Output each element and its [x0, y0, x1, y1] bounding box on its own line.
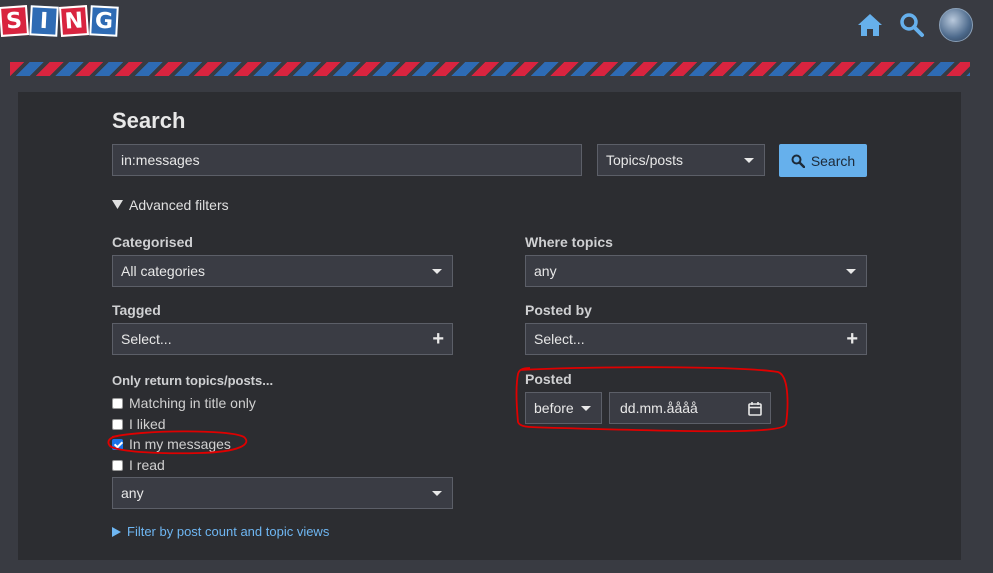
option-label: In my messages [129, 436, 231, 452]
checkbox[interactable] [112, 418, 123, 430]
categorised-select[interactable]: All categories [112, 255, 453, 287]
posted-by-select[interactable]: Select... + [525, 323, 867, 355]
where-topics-value: any [534, 263, 557, 279]
posted-date-placeholder: dd.mm.åååå [620, 400, 698, 416]
home-icon[interactable] [855, 10, 885, 40]
option-in-my-messages[interactable]: In my messages [112, 436, 231, 452]
chevron-down-icon [581, 406, 591, 411]
logo-letter: G [89, 5, 119, 37]
only-return-label: Only return topics/posts... [112, 373, 274, 388]
chevron-down-icon [846, 269, 856, 274]
option-i-liked[interactable]: I liked [112, 416, 166, 432]
chevron-down-icon [432, 269, 442, 274]
tagged-label: Tagged [112, 302, 161, 318]
header-icons [855, 8, 973, 42]
posted-when-value: before [534, 400, 574, 416]
logo-letter: N [58, 5, 90, 37]
where-topics-label: Where topics [525, 234, 613, 250]
calendar-icon[interactable] [748, 401, 762, 416]
option-title-only[interactable]: Matching in title only [112, 395, 256, 411]
tagged-value: Select... [121, 331, 172, 347]
checkbox[interactable] [112, 459, 123, 471]
search-button-label: Search [810, 152, 856, 169]
search-icon [791, 154, 805, 168]
search-button[interactable]: Search [779, 144, 867, 177]
plus-icon: + [432, 328, 444, 350]
site-logo[interactable]: S I N G [0, 5, 120, 40]
chevron-down-icon [744, 158, 754, 163]
option-label: I liked [129, 416, 166, 432]
posted-by-label: Posted by [525, 302, 592, 318]
avatar[interactable] [939, 8, 973, 42]
option-label: Matching in title only [129, 395, 256, 411]
checkbox[interactable] [112, 397, 123, 409]
where-topics-select[interactable]: any [525, 255, 867, 287]
only-return-value: any [121, 485, 144, 501]
posted-date-input[interactable]: dd.mm.åååå [609, 392, 771, 424]
posted-when-select[interactable]: before [525, 392, 602, 424]
search-type-value: Topics/posts [606, 152, 684, 168]
search-icon[interactable] [897, 10, 927, 40]
search-type-select[interactable]: Topics/posts [597, 144, 765, 176]
filter-link-label: Filter by post count and topic views [127, 524, 330, 539]
search-input[interactable]: in:messages [112, 144, 582, 176]
categorised-label: Categorised [112, 234, 193, 250]
posted-by-value: Select... [534, 331, 585, 347]
option-i-read[interactable]: I read [112, 457, 165, 473]
option-label: I read [129, 457, 165, 473]
logo-letter: S [0, 5, 30, 37]
airmail-stripe [10, 62, 970, 76]
triangle-down-icon [112, 200, 123, 209]
tagged-select[interactable]: Select... + [112, 323, 453, 355]
posted-label: Posted [525, 371, 572, 387]
advanced-filters-toggle[interactable]: Advanced filters [112, 197, 229, 213]
search-panel: Search in:messages Topics/posts Search A… [18, 92, 961, 560]
advanced-filters-label: Advanced filters [129, 197, 229, 213]
only-return-select[interactable]: any [112, 477, 453, 509]
checkbox-checked[interactable] [112, 438, 123, 450]
triangle-right-icon [112, 526, 121, 537]
chevron-down-icon [432, 491, 442, 496]
top-header: S I N G [0, 0, 993, 62]
search-input-value: in:messages [121, 152, 200, 168]
logo-letter: I [29, 5, 59, 37]
page-title: Search [112, 108, 186, 133]
plus-icon: + [846, 328, 858, 350]
categorised-value: All categories [121, 263, 206, 279]
filter-by-post-count-link[interactable]: Filter by post count and topic views [112, 524, 329, 539]
